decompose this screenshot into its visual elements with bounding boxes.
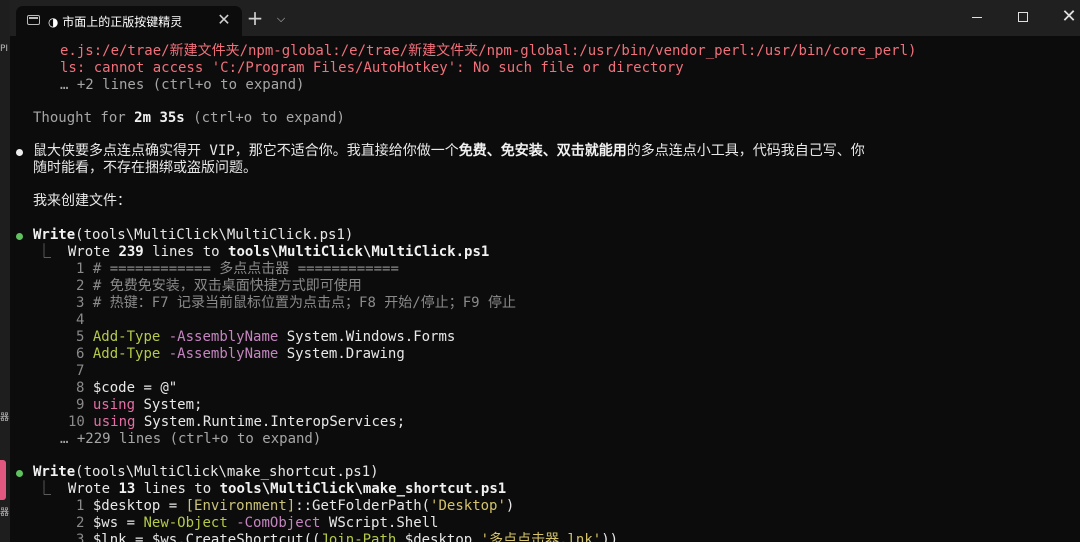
expand-hint[interactable]: … +2 lines (ctrl+o to expand) [60,77,304,94]
result-mid: lines to [135,481,220,497]
tab-close-icon[interactable]: ✕ [214,10,234,30]
result-path: tools\MultiClick\MultiClick.ps1 [228,244,490,260]
ls-error-line: ls: cannot access 'C:/Program Files/Auto… [60,60,684,76]
minimize-button[interactable] [954,0,1000,34]
code-line: 3 $lnk = $ws.CreateShortcut((Join-Path $… [76,532,619,542]
write-tool-args: (tools\MultiClick\make_shortcut.ps1) [75,464,379,480]
code-line: 6 Add-Type -AssemblyName System.Drawing [76,346,405,362]
write-tool-args: (tools\MultiClick\MultiClick.ps1) [75,227,354,243]
msg-1c: 的多点连点小工具，代码我自己写、你 [626,143,865,159]
title-bar: ◑ 市面上的正版按键精灵 ✕ + ⌵ ✕ [10,0,1080,36]
new-tab-button[interactable]: + [244,8,266,30]
code-line: 10 using System.Runtime.InteropServices; [68,414,406,430]
terminal-tab[interactable]: ◑ 市面上的正版按键精灵 ✕ [16,6,242,36]
tree-branch-icon: ⎿ [37,481,68,497]
write-tool-name: Write [33,227,76,243]
result-path: tools\MultiClick\make_shortcut.ps1 [219,481,507,497]
result-prefix: Wrote [67,244,119,260]
terminal-output[interactable]: e.js:/e/trae/新建文件夹/npm-global:/e/trae/新建… [10,36,1080,542]
result-mid: lines to [143,244,229,260]
code-line: 4 [76,312,85,328]
code-line: 9 using System; [76,397,203,413]
code-line: 5 Add-Type -AssemblyName System.Windows.… [76,329,456,345]
write-result-1: ⎿ Wrote 239 lines to tools\MultiClick\Mu… [37,244,489,261]
thought-time: 2m 35s [134,110,185,126]
tool-success-bullet-icon [16,233,23,240]
msg-1a: 鼠大侠要多点连点确实得开 VIP，那它不适合你。我直接给你做一个 [33,143,459,159]
code-line: 3 # 热键：F7 记录当前鼠标位置为点击点；F8 开始/停止；F9 停止 [76,295,517,311]
assistant-message-line-2: 随时能看，不存在捆绑或盗版问题。 [33,160,257,176]
edge-fragment-bottom: 器 [0,508,10,518]
code-line: 1 # ============ 多点点击器 ============ [76,261,399,277]
write-call-1: Write(tools\MultiClick\MultiClick.ps1) [33,227,353,244]
code-line: 2 $ws = New-Object -ComObject WScript.Sh… [76,515,439,531]
code-line: 7 [76,363,85,379]
edge-fragment-mid: 器 [0,413,10,423]
tool-success-bullet-icon [16,470,23,477]
tab-title: ◑ 市面上的正版按键精灵 [48,15,183,29]
close-button[interactable]: ✕ [1046,0,1080,34]
path-output-line: e.js:/e/trae/新建文件夹/npm-global:/e/trae/新建… [60,43,917,59]
terminal-icon [27,15,40,25]
thought-line[interactable]: Thought for 2m 35s (ctrl+o to expand) [33,110,345,127]
write-tool-name: Write [33,464,76,480]
expand-hint-2[interactable]: … +229 lines (ctrl+o to expand) [60,431,321,448]
write-call-2: Write(tools\MultiClick\make_shortcut.ps1… [33,464,379,481]
edge-fragment-top: PI [0,44,9,54]
result-count: 13 [118,481,136,497]
msg-1b: 免费、免安装、双击就能用 [458,143,627,159]
message-bullet-icon [16,149,23,156]
thought-prefix: Thought for [33,110,135,126]
left-edge-strip: PI 器 器 [0,0,10,542]
result-prefix: Wrote [67,481,119,497]
write-result-2: ⎿ Wrote 13 lines to tools\MultiClick\mak… [37,481,506,498]
tree-branch-icon: ⎿ [37,244,68,260]
maximize-button[interactable] [1000,0,1046,34]
chevron-down-icon[interactable]: ⌵ [272,8,290,30]
code-line: 1 $desktop = [Environment]::GetFolderPat… [76,498,515,514]
assistant-message-line-3: 我来创建文件： [33,193,131,209]
assistant-message-line-1: 鼠大侠要多点连点确实得开 VIP，那它不适合你。我直接给你做一个免费、免安装、双… [33,143,865,160]
edge-app-icon[interactable] [0,460,6,500]
code-line: 2 # 免费免安装，双击桌面快捷方式即可使用 [76,278,362,294]
code-line: 8 $code = @" [76,380,178,396]
result-count: 239 [118,244,144,260]
thought-suffix: (ctrl+o to expand) [184,110,345,126]
